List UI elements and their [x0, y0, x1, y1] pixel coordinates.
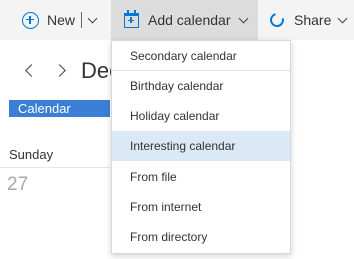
split-separator	[81, 12, 83, 28]
add-calendar-button[interactable]: Add calendar	[111, 0, 258, 40]
menu-item-birthday-calendar[interactable]: Birthday calendar	[112, 71, 290, 101]
plus-circle-icon	[22, 11, 39, 29]
add-calendar-menu: Secondary calendar Birthday calendar Hol…	[111, 40, 291, 254]
chevron-down-icon	[238, 13, 248, 23]
menu-item-secondary-calendar[interactable]: Secondary calendar	[112, 41, 290, 71]
menu-item-from-internet[interactable]: From internet	[112, 192, 290, 222]
share-button[interactable]: Share	[267, 0, 348, 40]
new-button[interactable]: New	[22, 0, 98, 40]
chevron-down-icon[interactable]	[87, 13, 98, 23]
grid-divider	[0, 167, 110, 168]
day-header: Sunday	[9, 147, 54, 162]
calendar-badge[interactable]: Calendar	[9, 100, 110, 117]
menu-item-interesting-calendar[interactable]: Interesting calendar	[112, 131, 290, 161]
menu-item-holiday-calendar[interactable]: Holiday calendar	[112, 101, 290, 131]
share-label: Share	[294, 12, 332, 28]
previous-month-button[interactable]	[25, 64, 38, 77]
day-number[interactable]: 27	[7, 174, 28, 196]
calendar-add-icon	[124, 9, 139, 28]
add-calendar-label: Add calendar	[148, 12, 231, 28]
new-button-label: New	[47, 12, 76, 28]
chevron-down-icon	[337, 13, 348, 23]
menu-item-from-directory[interactable]: From directory	[112, 222, 290, 252]
share-icon	[267, 10, 287, 30]
toolbar: New Add calendar Share	[0, 0, 354, 40]
menu-item-from-file[interactable]: From file	[112, 162, 290, 192]
next-month-button[interactable]	[53, 64, 66, 77]
